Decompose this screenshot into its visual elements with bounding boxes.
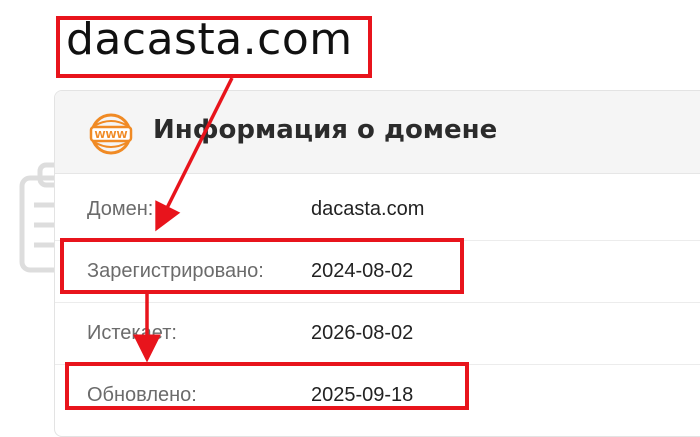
row-label: Истекает: <box>87 322 177 344</box>
row-value: 2026-08-02 <box>311 322 414 344</box>
highlight-updated-row <box>65 362 469 410</box>
info-row-expires: Истекает: 2026-08-02 <box>55 302 700 365</box>
card-header: WWW Информация о домене <box>55 91 700 174</box>
row-label: Домен: <box>87 198 154 220</box>
www-globe-icon: WWW <box>89 113 133 155</box>
www-icon-label: WWW <box>94 130 127 141</box>
highlight-registered-row <box>60 238 464 294</box>
card-title: Информация о домене <box>153 115 498 145</box>
row-value: dacasta.com <box>311 198 425 220</box>
highlight-domain-title <box>56 16 372 78</box>
info-row-domain: Домен: dacasta.com <box>55 178 700 241</box>
